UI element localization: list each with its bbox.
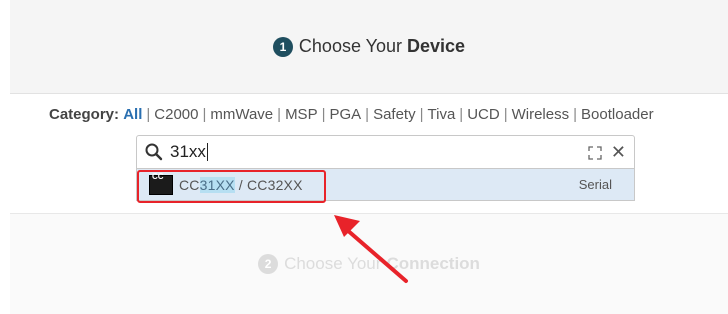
step1-title-prefix: Choose Your <box>298 36 403 56</box>
text-caret <box>206 143 208 161</box>
step1-panel: 1 Choose Your Device <box>10 0 728 94</box>
category-item-bootloader[interactable]: Bootloader <box>581 106 654 123</box>
device-search-input[interactable]: 31xx ✕ <box>136 135 635 169</box>
close-icon[interactable]: ✕ <box>611 142 626 162</box>
annotation-highlight-box <box>137 170 326 203</box>
category-label: Category: <box>49 106 120 123</box>
category-item-c2000[interactable]: C2000 <box>154 106 198 123</box>
category-item-pga[interactable]: PGA <box>329 106 361 123</box>
category-item-ucd[interactable]: UCD <box>467 106 500 123</box>
category-item-msp[interactable]: MSP <box>285 106 318 123</box>
expand-icon[interactable] <box>588 146 602 160</box>
search-icon <box>145 143 163 161</box>
category-item-wireless[interactable]: Wireless <box>512 106 570 123</box>
step1-title: 1 Choose Your Device <box>272 36 466 57</box>
category-item-all[interactable]: All <box>123 106 142 123</box>
category-item-mmwave[interactable]: mmWave <box>210 106 273 123</box>
category-item-tiva[interactable]: Tiva <box>428 106 456 123</box>
category-item-safety[interactable]: Safety <box>373 106 416 123</box>
annotation-arrow-icon <box>334 215 408 283</box>
result-connection-type: Serial <box>578 177 612 192</box>
step1-number-badge: 1 <box>272 36 293 57</box>
step1-title-emphasis: Device <box>407 36 466 56</box>
search-value: 31xx <box>170 142 206 161</box>
step2-number-badge: 2 <box>258 254 279 274</box>
